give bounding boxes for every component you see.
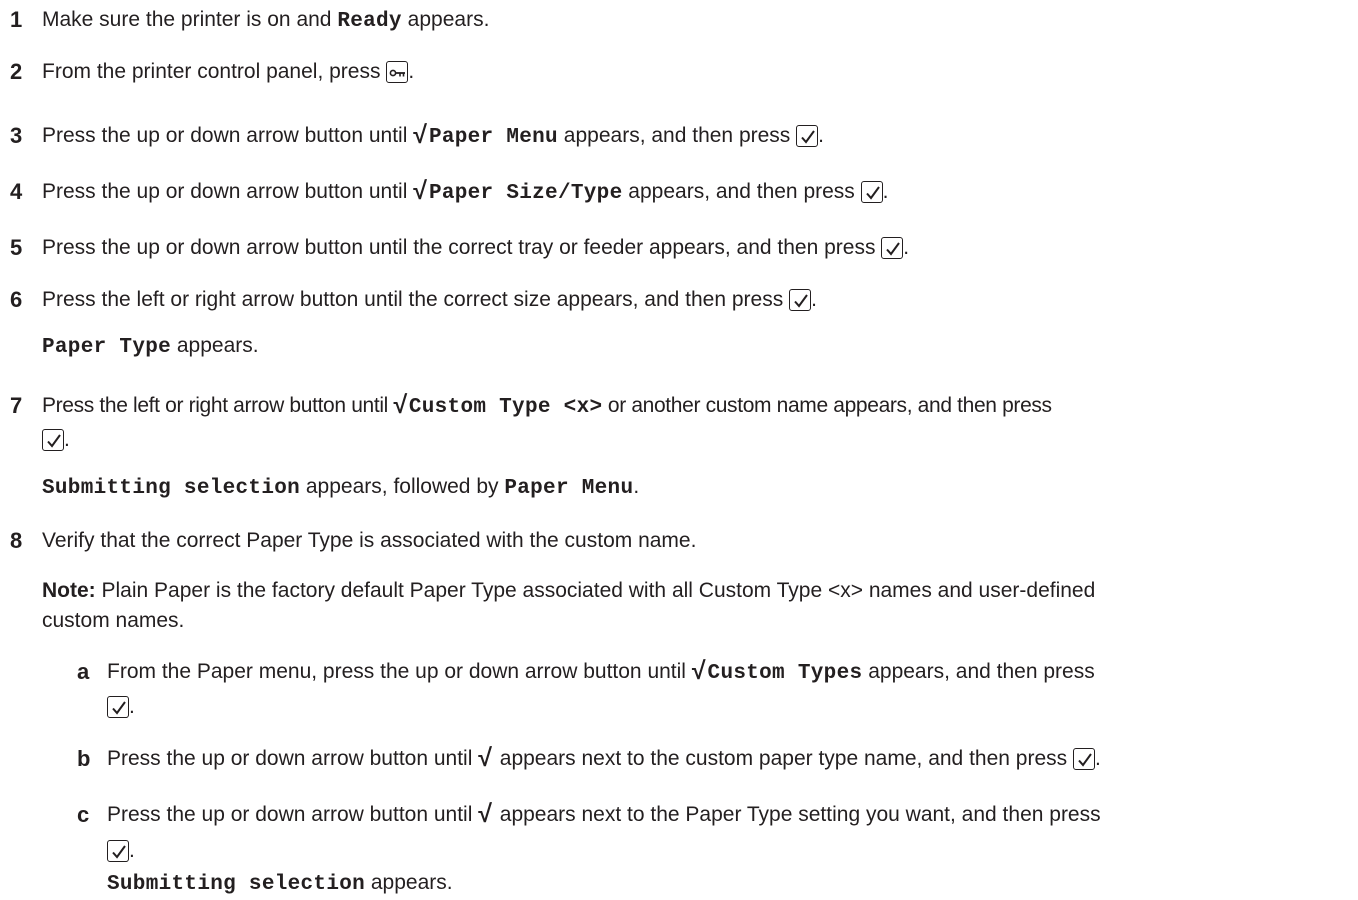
- step-number: 2: [10, 59, 23, 84]
- step-3: 3 Press the up or down arrow button unti…: [10, 121, 824, 150]
- step-number: 1: [10, 7, 23, 32]
- step-6-result: Paper Type appears.: [42, 334, 259, 359]
- display-message: Custom Type <x>: [408, 396, 603, 419]
- step-7-result: Submitting selection appears, followed b…: [42, 475, 640, 500]
- step-4: 4 Press the up or down arrow button unti…: [10, 177, 889, 206]
- step-7: 7 Press the left or right arrow button u…: [10, 391, 1052, 420]
- note-text: Plain Paper is the factory default Paper…: [95, 579, 1096, 602]
- checkmark-button-icon: [107, 696, 129, 718]
- display-message: Paper Type: [42, 336, 172, 359]
- step-text-end: appears.: [401, 8, 490, 31]
- substep-c: c Press the up or down arrow button unti…: [77, 800, 1101, 828]
- substep-letter: a: [77, 659, 90, 684]
- checkmark-button-icon: [107, 840, 129, 862]
- step-6: 6 Press the left or right arrow button u…: [0, 285, 1358, 315]
- checkmark-button-icon: [881, 237, 904, 259]
- check-mark-icon: √: [413, 121, 427, 149]
- substep-a: a From the Paper menu, press the up or d…: [77, 657, 1095, 686]
- check-mark-icon: √: [478, 744, 492, 772]
- check-mark-icon: √: [691, 657, 706, 685]
- step-number: 8: [10, 528, 23, 553]
- step-text: From the printer control panel, press: [42, 60, 387, 83]
- checkmark-button-icon: [860, 181, 883, 203]
- step-7-cont: .: [0, 425, 1358, 455]
- step-number: 4: [10, 179, 23, 204]
- substep-letter: c: [77, 802, 90, 827]
- display-message: Paper Menu: [428, 126, 558, 149]
- display-message: Submitting selection: [107, 873, 366, 896]
- step-1: 1 Make sure the printer is on and Ready …: [0, 5, 1358, 35]
- checkmark-button-icon: [796, 125, 819, 147]
- check-mark-icon: √: [478, 800, 492, 828]
- step-number: 6: [10, 287, 23, 312]
- step-8: 8 Verify that the correct Paper Type is …: [0, 526, 1358, 556]
- check-mark-icon: √: [393, 391, 407, 419]
- step-text: Verify that the correct Paper Type is as…: [42, 529, 697, 552]
- note-cont: custom names.: [42, 609, 185, 632]
- step-5: 5 Press the up or down arrow button unti…: [0, 233, 1358, 263]
- step-text: Make sure the printer is on and: [42, 8, 338, 31]
- note: Note: Plain Paper is the factory default…: [0, 576, 1358, 606]
- checkmark-button-icon: [789, 289, 812, 311]
- substep-c-result: Submitting selection appears.: [107, 871, 453, 896]
- step-number: 7: [10, 393, 23, 418]
- checkmark-button-icon: [42, 429, 64, 451]
- note-label: Note:: [42, 579, 96, 602]
- display-message: Ready: [337, 10, 402, 33]
- display-message: Paper Menu: [504, 477, 634, 500]
- key-menu-button-icon: [386, 61, 409, 83]
- step-2: 2 From the printer control panel, press …: [0, 57, 1358, 87]
- step-number: 5: [10, 235, 23, 260]
- substep-b: b Press the up or down arrow button unti…: [77, 744, 1101, 772]
- display-message: Submitting selection: [42, 477, 301, 500]
- display-message: Custom Types: [707, 662, 863, 685]
- substep-c-cont: .: [0, 836, 1358, 866]
- substep-a-cont: .: [0, 692, 1358, 722]
- check-mark-icon: √: [413, 177, 427, 205]
- substep-letter: b: [77, 746, 91, 771]
- display-message: Paper Size/Type: [428, 182, 623, 205]
- step-number: 3: [10, 123, 23, 148]
- checkmark-button-icon: [1072, 748, 1095, 770]
